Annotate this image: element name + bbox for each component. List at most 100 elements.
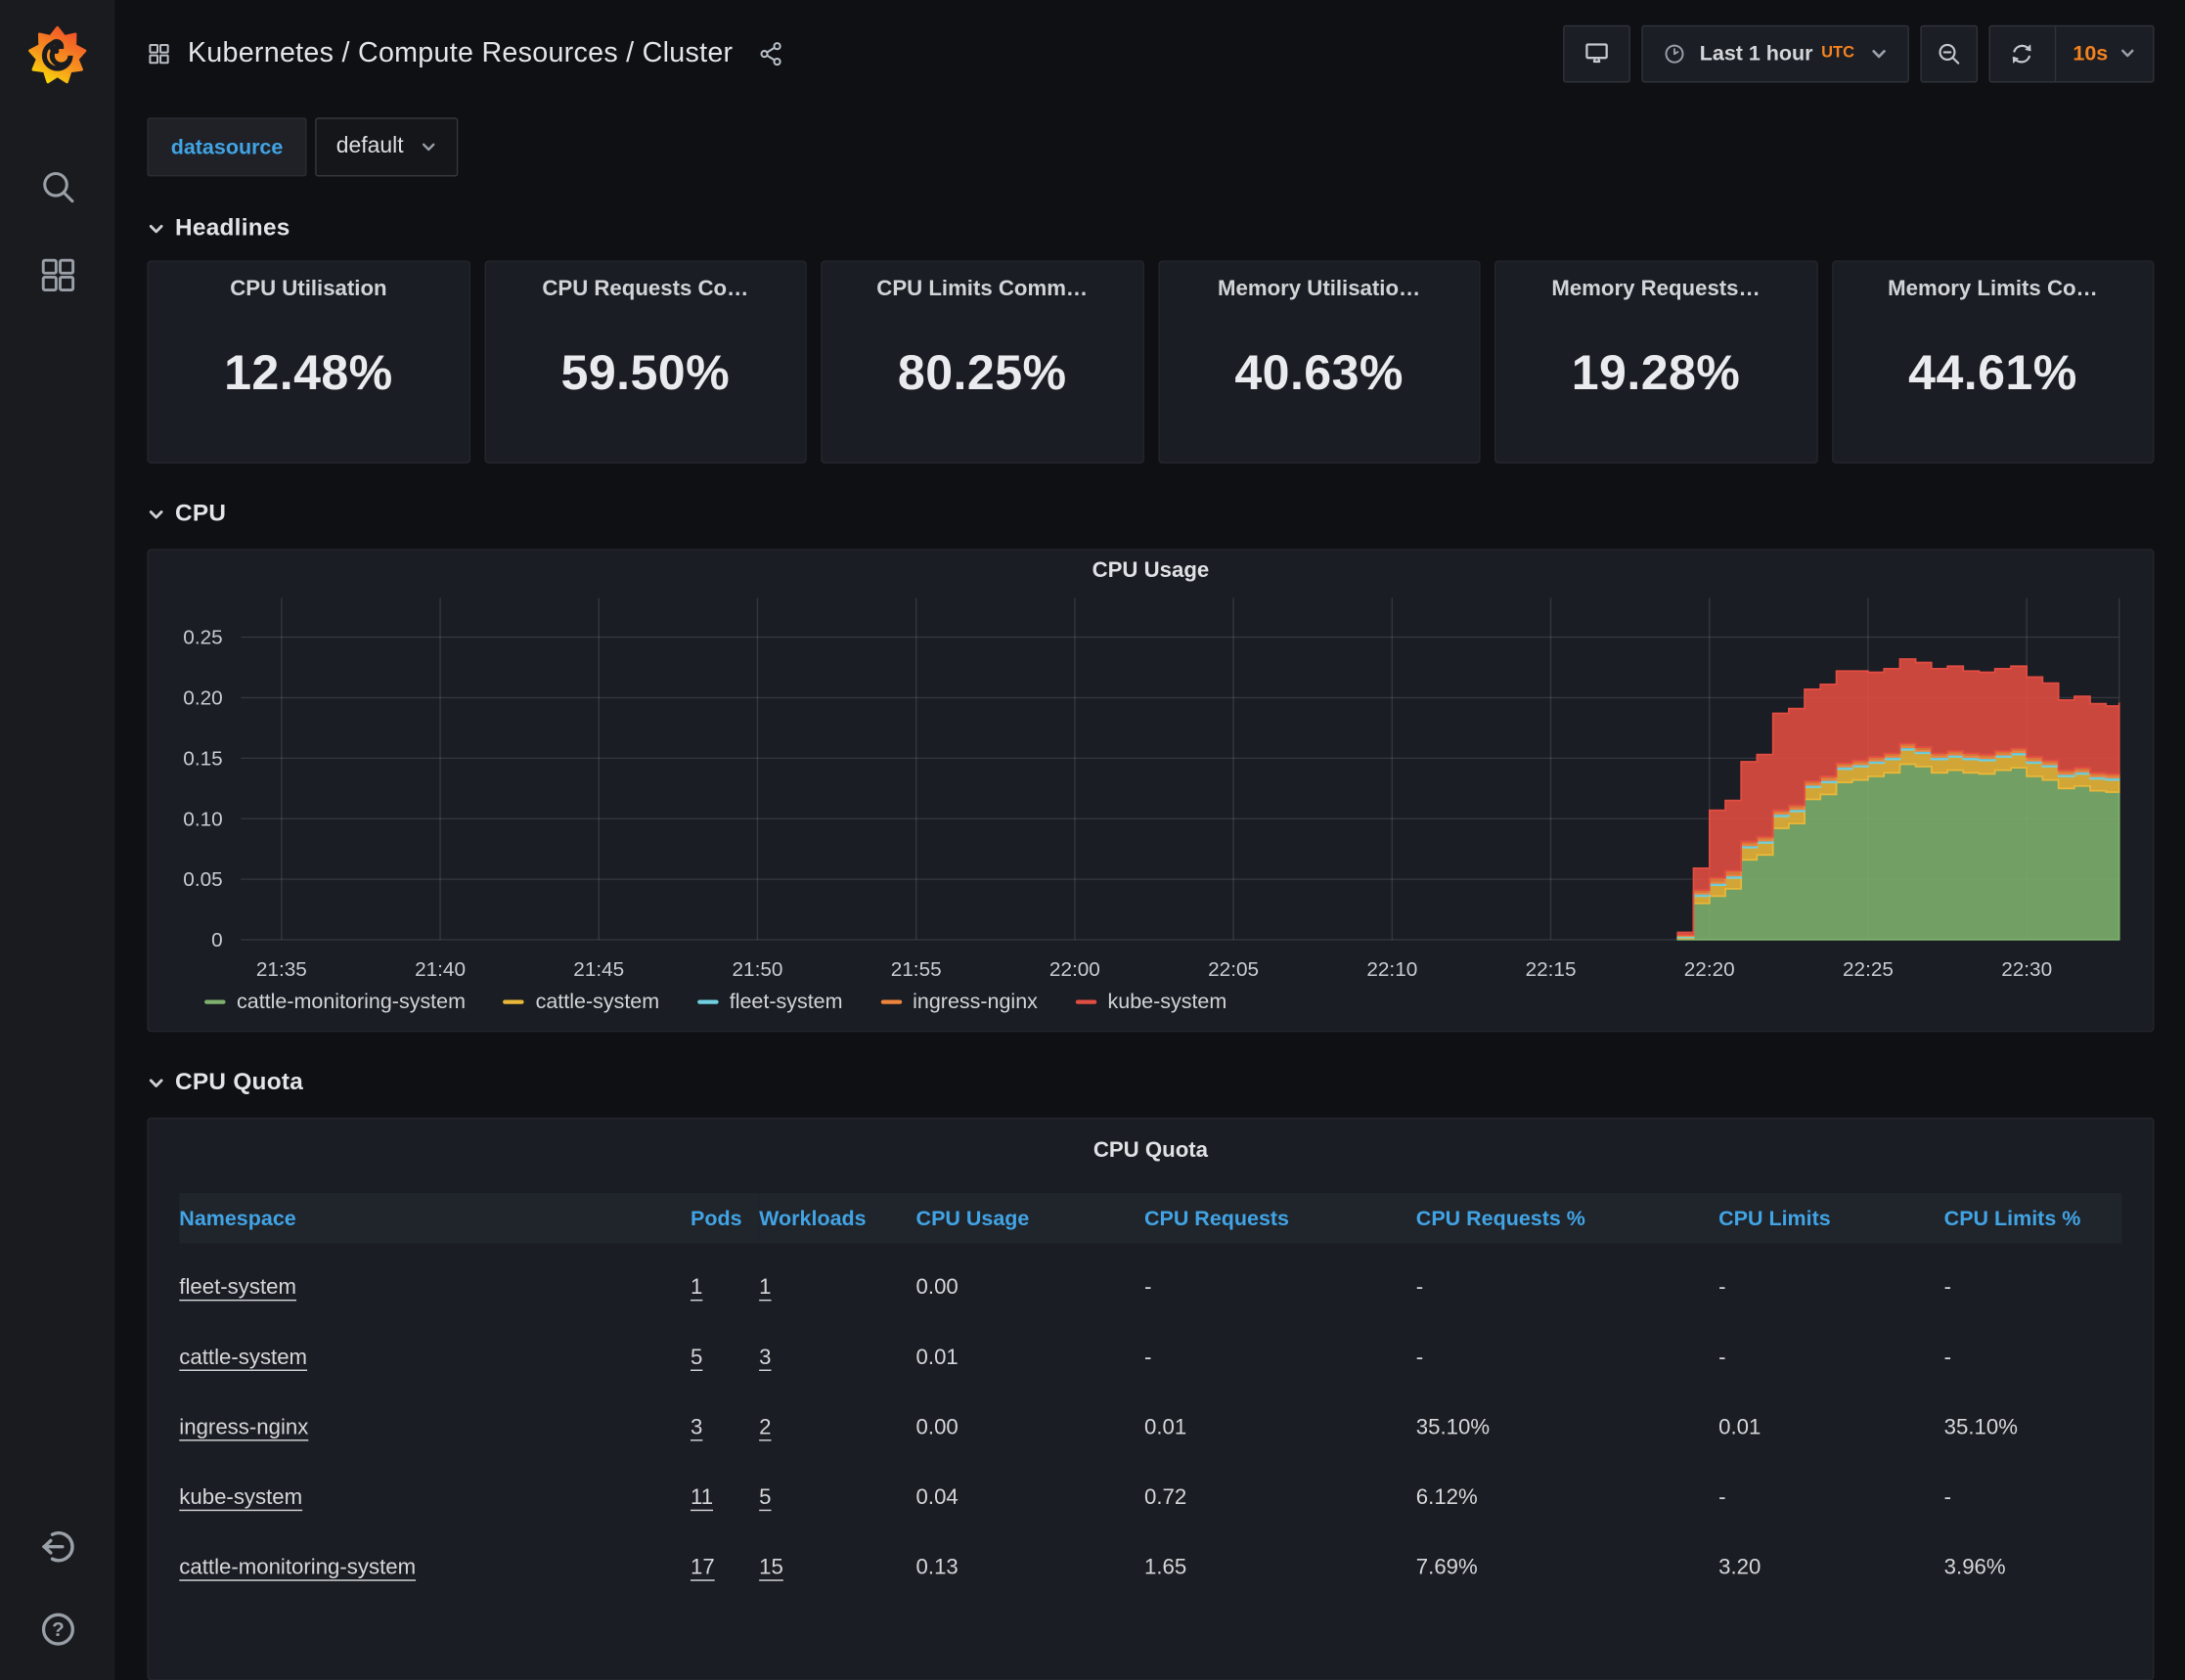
cell-workloads[interactable]: 2 (759, 1416, 771, 1441)
chevron-down-icon (147, 219, 165, 238)
stat-title: CPU Requests Co… (542, 278, 748, 303)
sign-in-icon[interactable] (37, 1526, 78, 1568)
x-axis-label: 22:25 (1843, 958, 1894, 981)
chevron-down-icon (2119, 45, 2136, 62)
namespace-link[interactable]: fleet-system (179, 1276, 296, 1302)
stat-value: 80.25% (898, 302, 1067, 462)
refresh-interval-label: 10s (2073, 41, 2108, 65)
main-content: Kubernetes / Compute Resources / Cluster (114, 0, 2185, 1680)
column-header-workloads[interactable]: Workloads (759, 1193, 915, 1244)
cell-cpu_limits_pct: - (1944, 1346, 2122, 1371)
panel-title[interactable]: CPU Quota (179, 1130, 2121, 1172)
apps-grid-icon[interactable] (147, 41, 170, 65)
column-header-cpu_limits_pct[interactable]: CPU Limits % (1944, 1193, 2122, 1244)
legend-item-fleet-system[interactable]: fleet-system (697, 990, 843, 1013)
stat-title: CPU Limits Comm… (876, 278, 1088, 303)
column-header-namespace[interactable]: Namespace (179, 1193, 691, 1244)
column-header-pods[interactable]: Pods (691, 1193, 759, 1244)
legend-item-kube-system[interactable]: kube-system (1076, 990, 1227, 1013)
legend-label: ingress-nginx (913, 990, 1038, 1013)
namespace-link[interactable]: kube-system (179, 1485, 302, 1511)
column-header-cpu_usage[interactable]: CPU Usage (916, 1193, 1144, 1244)
cell-pods[interactable]: 1 (691, 1276, 702, 1302)
x-axis-label: 22:00 (1049, 958, 1100, 981)
section-title: Headlines (175, 214, 290, 243)
cpu-usage-plot[interactable]: 00.050.100.150.200.2521:3521:4021:4521:5… (149, 593, 2153, 979)
cell-cpu_limits: - (1718, 1276, 1944, 1302)
y-axis-label: 0 (211, 929, 223, 951)
svg-text:?: ? (51, 1618, 64, 1641)
legend-label: cattle-monitoring-system (237, 990, 466, 1013)
share-icon[interactable] (758, 40, 784, 66)
column-header-cpu_requests[interactable]: CPU Requests (1144, 1193, 1416, 1244)
cell-cpu_requests: - (1144, 1346, 1416, 1371)
y-axis-label: 0.20 (183, 687, 222, 710)
cell-pods[interactable]: 3 (691, 1416, 702, 1441)
variable-label: datasource (147, 117, 306, 176)
cell-pods[interactable]: 5 (691, 1346, 702, 1371)
namespace-link[interactable]: cattle-system (179, 1346, 307, 1371)
x-axis-label: 22:15 (1526, 958, 1577, 981)
stat-panel-memory-limits-commitment[interactable]: Memory Limits Co… 44.61% (1831, 260, 2154, 464)
chevron-down-icon (147, 1074, 165, 1092)
stat-title: CPU Utilisation (230, 278, 386, 303)
namespace-link[interactable]: ingress-nginx (179, 1416, 308, 1441)
legend-item-cattle-system[interactable]: cattle-system (504, 990, 659, 1013)
refresh-icon[interactable] (1990, 25, 2056, 80)
x-axis-label: 22:05 (1208, 958, 1259, 981)
variables-row: datasource default (147, 117, 2154, 176)
stat-value: 59.50% (561, 302, 731, 462)
stat-panel-memory-utilisation[interactable]: Memory Utilisatio… 40.63% (1158, 260, 1481, 464)
column-header-cpu_requests_pct[interactable]: CPU Requests % (1416, 1193, 1718, 1244)
help-icon[interactable]: ? (37, 1609, 78, 1650)
stat-panel-cpu-limits-commitment[interactable]: CPU Limits Comm… 80.25% (821, 260, 1143, 464)
cell-cpu_usage: 0.04 (916, 1485, 1144, 1511)
cell-cpu_limits: 3.20 (1718, 1556, 1944, 1581)
x-axis-label: 21:35 (256, 958, 307, 981)
stat-panel-cpu-utilisation[interactable]: CPU Utilisation 12.48% (147, 260, 469, 464)
section-headlines[interactable]: Headlines (147, 214, 2154, 243)
legend-item-ingress-nginx[interactable]: ingress-nginx (880, 990, 1038, 1013)
legend-color-dash (880, 999, 901, 1003)
toolbar: Last 1 hour UTC (1564, 24, 2155, 82)
section-cpu-quota[interactable]: CPU Quota (147, 1069, 2154, 1097)
time-range-picker[interactable]: Last 1 hour UTC (1642, 24, 1909, 82)
stat-value: 44.61% (1908, 302, 2077, 462)
legend-label: kube-system (1108, 990, 1227, 1013)
zoom-out-button[interactable] (1920, 24, 1978, 82)
search-icon[interactable] (38, 168, 76, 206)
stat-value: 40.63% (1234, 302, 1404, 462)
cell-cpu_limits: - (1718, 1485, 1944, 1511)
cell-pods[interactable]: 11 (691, 1485, 713, 1511)
cell-workloads[interactable]: 5 (759, 1485, 771, 1511)
legend-item-cattle-monitoring-system[interactable]: cattle-monitoring-system (204, 990, 466, 1013)
datasource-dropdown[interactable]: default (315, 117, 458, 176)
stat-panel-cpu-requests-commitment[interactable]: CPU Requests Co… 59.50% (484, 260, 807, 464)
column-header-cpu_limits[interactable]: CPU Limits (1718, 1193, 1944, 1244)
section-cpu[interactable]: CPU (147, 500, 2154, 528)
cpu-usage-chart-svg[interactable]: 00.050.100.150.200.2521:3521:4021:4521:5… (149, 593, 2153, 979)
x-axis-label: 21:50 (733, 958, 783, 981)
cell-pods[interactable]: 17 (691, 1556, 715, 1581)
cell-cpu_usage: 0.00 (916, 1416, 1144, 1441)
namespace-link[interactable]: cattle-monitoring-system (179, 1556, 416, 1581)
legend-label: fleet-system (730, 990, 843, 1013)
cell-cpu_limits_pct: 35.10% (1944, 1416, 2122, 1441)
kiosk-mode-button[interactable] (1564, 24, 1631, 82)
grafana-logo-icon[interactable] (26, 22, 88, 87)
cell-workloads[interactable]: 1 (759, 1276, 771, 1302)
dashboards-icon[interactable] (38, 256, 76, 294)
cell-workloads[interactable]: 15 (759, 1556, 783, 1581)
cell-workloads[interactable]: 3 (759, 1346, 771, 1371)
panel-title[interactable]: CPU Usage (149, 551, 2153, 593)
cell-cpu_limits: 0.01 (1718, 1416, 1944, 1441)
cell-cpu_requests: - (1144, 1276, 1416, 1302)
section-title: CPU (175, 500, 226, 528)
x-axis-label: 22:30 (2001, 958, 2052, 981)
x-axis-label: 21:45 (573, 958, 624, 981)
stat-panel-memory-requests-commitment[interactable]: Memory Requests… 19.28% (1494, 260, 1817, 464)
refresh-interval-dropdown[interactable]: 10s (2056, 25, 2153, 80)
timezone-label: UTC (1821, 45, 1854, 62)
cell-cpu_usage: 0.01 (916, 1346, 1144, 1371)
legend-label: cattle-system (536, 990, 660, 1013)
